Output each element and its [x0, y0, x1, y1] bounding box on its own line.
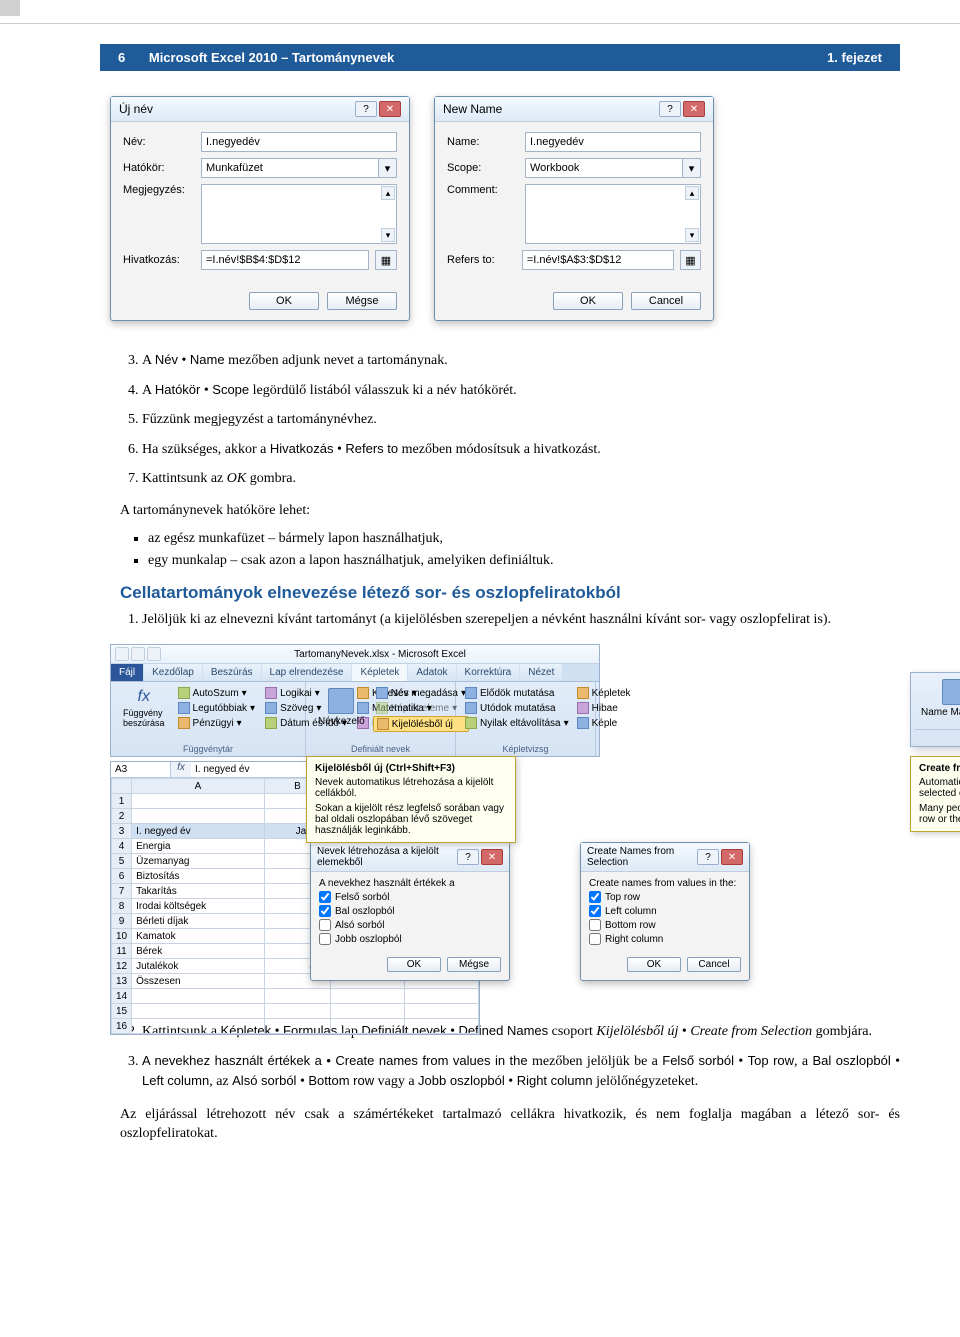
chk-bottom-row[interactable] — [589, 919, 601, 931]
tab-data[interactable]: Adatok — [408, 664, 455, 681]
chk-right-col[interactable] — [589, 933, 601, 945]
cancel-button[interactable]: Cancel — [687, 957, 741, 972]
name-input[interactable] — [525, 132, 701, 152]
insert-function-button[interactable]: fx Függvény beszúrása — [117, 686, 171, 730]
dialog-title: Új név — [119, 102, 153, 116]
label-refers: Refers to: — [447, 254, 516, 266]
create-from-selection-button[interactable]: Kijelölésből új — [373, 716, 469, 732]
chk-left-col[interactable] — [319, 905, 331, 917]
ok-button[interactable]: OK — [387, 957, 441, 972]
chevron-down-icon[interactable]: ▾ — [683, 158, 701, 178]
help-icon[interactable]: ? — [659, 101, 681, 117]
file-tab[interactable]: Fájl — [111, 664, 143, 681]
tab-home[interactable]: Kezdőlap — [144, 664, 202, 681]
redo-icon — [147, 647, 161, 661]
new-name-dialog-en: New Name ? ✕ Name: Scope: ▾ — [434, 96, 714, 321]
scope-bullets: az egész munkafüzet – bármely lapon hasz… — [120, 531, 900, 569]
label-scope: Hatókör: — [123, 162, 195, 174]
cancel-button[interactable]: Mégse — [327, 292, 397, 310]
chevron-down-icon[interactable]: ▾ — [379, 158, 397, 178]
fx-icon[interactable]: fx — [171, 762, 191, 777]
label-name: Név: — [123, 136, 195, 148]
chk-bottom-row[interactable] — [319, 919, 331, 931]
cancel-button[interactable]: Cancel — [631, 292, 701, 310]
tooltip-create-from-selection-hu: Kijelölésből új (Ctrl+Shift+F3) Nevek au… — [306, 756, 516, 843]
name-manager-button-en[interactable]: Name Manager — [915, 677, 960, 725]
label-comment: Comment: — [447, 184, 519, 196]
ok-button[interactable]: OK — [553, 292, 623, 310]
bullet-1: az egész munkafüzet – bármely lapon hasz… — [148, 531, 900, 547]
name-manager-button[interactable]: Névkezelő — [312, 686, 371, 732]
bullet-2: egy munkalap – csak azon a lapon használ… — [148, 553, 900, 569]
create-names-dialog-hu: Nevek létrehozása a kijelölt elemekből ?… — [310, 842, 510, 981]
step-3: A nevekhez használt értékek a • Create n… — [142, 1052, 900, 1092]
save-icon — [115, 647, 129, 661]
cancel-button[interactable]: Mégse — [447, 957, 501, 972]
help-icon[interactable]: ? — [355, 101, 377, 117]
steps-list-1: A Név • Name mezőben adjunk nevet a tart… — [120, 351, 900, 488]
label-refers: Hivatkozás: — [123, 254, 195, 266]
close-icon[interactable]: ✕ — [721, 849, 743, 865]
chk-right-col[interactable] — [319, 933, 331, 945]
step-1: Jelöljük ki az elnevezni kívánt tartomán… — [142, 611, 900, 630]
comment-textarea[interactable]: ▴ ▾ — [525, 184, 701, 244]
excel-ribbon: TartomanyNevek.xlsx - Microsoft Excel Fá… — [110, 644, 600, 757]
step-6: Ha szükséges, akkor a Hivatkozás • Refer… — [142, 440, 900, 460]
tab-view[interactable]: Nézet — [520, 664, 562, 681]
scroll-down-icon[interactable]: ▾ — [381, 228, 395, 242]
scope-combo[interactable] — [201, 158, 379, 178]
quick-access-toolbar[interactable] — [115, 647, 161, 661]
page-header: 6 Microsoft Excel 2010 – Tartománynevek … — [100, 44, 900, 71]
new-name-dialog-hu: Új név ? ✕ Név: Hatókör: ▾ — [110, 96, 410, 321]
scroll-up-icon[interactable]: ▴ — [685, 186, 699, 200]
chk-top-row[interactable] — [319, 891, 331, 903]
name-box[interactable]: A3 — [111, 762, 171, 777]
steps-list-2: Jelöljük ki az elnevezni kívánt tartomán… — [120, 611, 900, 630]
help-icon[interactable]: ? — [457, 849, 479, 865]
closing-paragraph: Az eljárással létrehozott név csak a szá… — [120, 1106, 900, 1144]
range-picker-icon[interactable]: ▦ — [680, 250, 701, 270]
section-heading: Cellatartományok elnevezése létező sor- … — [120, 583, 900, 603]
close-icon[interactable]: ✕ — [683, 101, 705, 117]
name-input[interactable] — [201, 132, 397, 152]
scope-combo[interactable] — [525, 158, 683, 178]
tab-pagelayout[interactable]: Lap elrendezése — [262, 664, 352, 681]
step-3: A Név • Name mezőben adjunk nevet a tart… — [142, 351, 900, 371]
refers-to-input[interactable] — [201, 250, 369, 270]
create-names-dialog-en: Create Names from Selection ? ✕ Create n… — [580, 842, 750, 981]
label-name: Name: — [447, 136, 519, 148]
tooltip-create-from-selection-en: Create from Selection (Ctrl+Shift+F3) Au… — [910, 756, 960, 832]
scroll-up-icon[interactable]: ▴ — [381, 186, 395, 200]
doc-title: TartomanyNevek.xlsx - Microsoft Excel — [165, 649, 595, 660]
defined-names-group: Névkezelő Név megadása ▾ Képlet eleme ▾ … — [306, 682, 456, 756]
label-scope: Scope: — [447, 162, 519, 174]
label-comment: Megjegyzés: — [123, 184, 195, 196]
undo-icon — [131, 647, 145, 661]
step-4: A Hatókör • Scope legördülő listából vál… — [142, 381, 900, 401]
scopes-intro: A tartománynevek hatóköre lehet: — [120, 502, 900, 521]
chapter-label: 1. fejezet — [827, 50, 882, 65]
defined-names-group-en: Name Manager Define Name ▾ Use in Formul… — [910, 672, 960, 747]
close-icon[interactable]: ✕ — [481, 849, 503, 865]
ok-button[interactable]: OK — [627, 957, 681, 972]
ok-button[interactable]: OK — [249, 292, 319, 310]
range-picker-icon[interactable]: ▦ — [375, 250, 397, 270]
step-5: Fűzzünk megjegyzést a tartománynévhez. — [142, 411, 900, 430]
dialog-title: New Name — [443, 102, 502, 116]
page-number: 6 — [118, 50, 125, 65]
close-icon[interactable]: ✕ — [379, 101, 401, 117]
header-title: Microsoft Excel 2010 – Tartománynevek — [149, 50, 394, 65]
step-7: Kattintsunk az OK gombra. — [142, 470, 900, 489]
scroll-down-icon[interactable]: ▾ — [685, 228, 699, 242]
refers-to-input[interactable] — [522, 250, 674, 270]
help-icon[interactable]: ? — [697, 849, 719, 865]
comment-textarea[interactable]: ▴ ▾ — [201, 184, 397, 244]
chk-top-row[interactable] — [589, 891, 601, 903]
tab-review[interactable]: Korrektúra — [457, 664, 520, 681]
tab-formulas[interactable]: Képletek — [352, 664, 407, 681]
chk-left-col[interactable] — [589, 905, 601, 917]
tab-insert[interactable]: Beszúrás — [203, 664, 261, 681]
